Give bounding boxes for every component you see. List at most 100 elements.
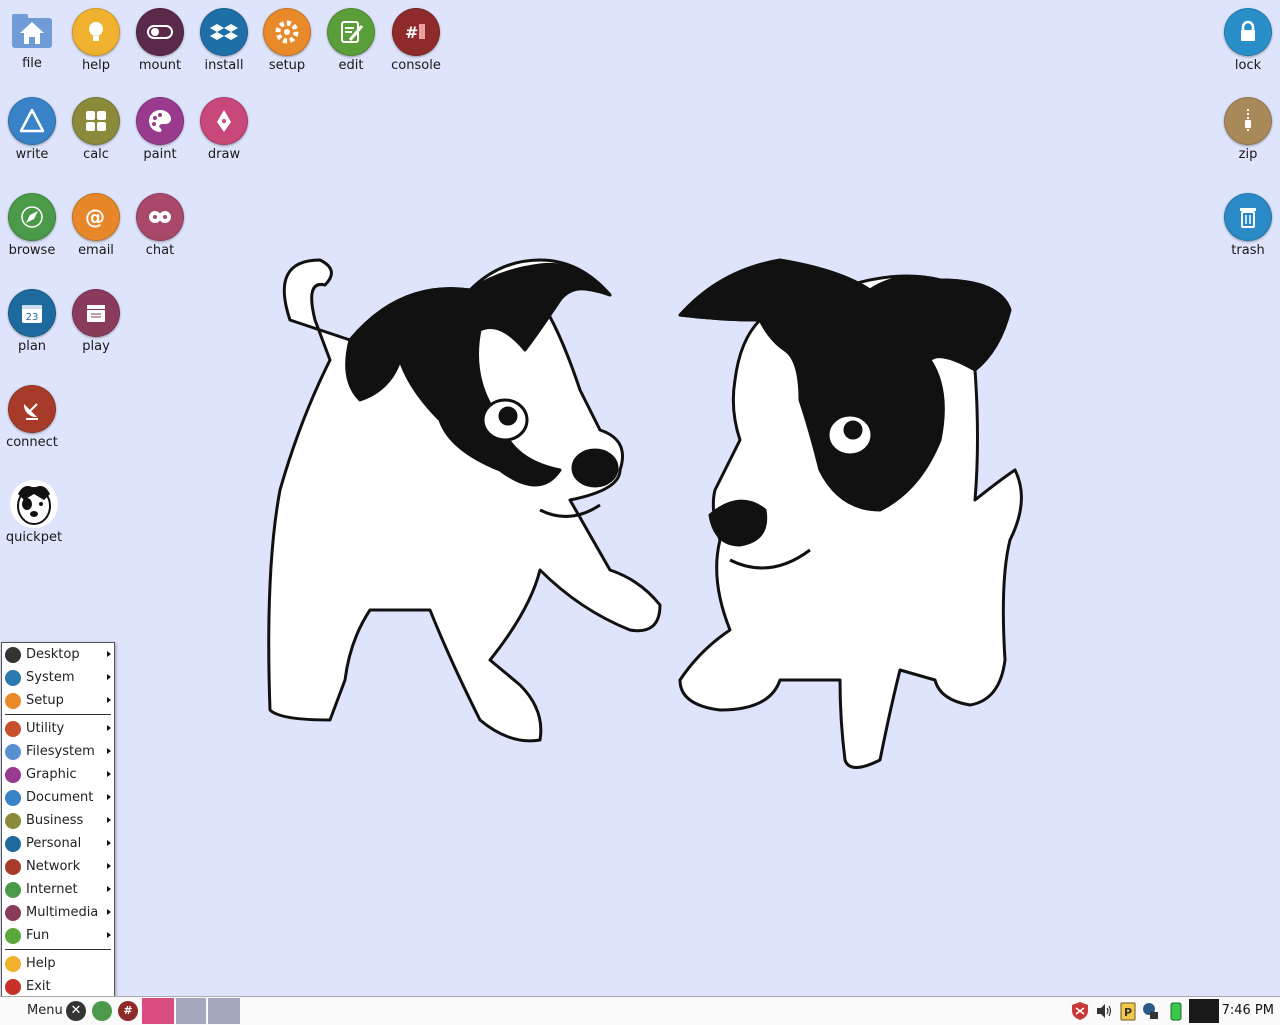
menu-item-business[interactable]: Business — [2, 809, 114, 832]
desktop-icon-label: zip — [1238, 147, 1258, 162]
desktop-icon-label: plan — [17, 339, 47, 354]
desktop-icon-label: play — [82, 339, 110, 354]
battery-icon[interactable] — [1167, 1001, 1185, 1021]
chat-bubbles-icon — [136, 193, 184, 241]
volume-icon[interactable] — [1095, 1001, 1113, 1021]
menu-item-system[interactable]: System — [2, 666, 114, 689]
utility-icon — [5, 720, 21, 737]
folder-icon — [5, 743, 21, 760]
desktop-icon-browse[interactable]: browse — [1, 193, 63, 258]
menu-item-label: Fun — [26, 928, 50, 943]
palette-icon — [136, 97, 184, 145]
quicklaunch-browser[interactable] — [92, 1001, 112, 1021]
menu-item-label: Exit — [26, 979, 51, 994]
menu-item-filesystem[interactable]: Filesystem — [2, 740, 114, 763]
menu-item-setup[interactable]: Setup — [2, 689, 114, 712]
desktop-icon-install[interactable]: install — [193, 8, 255, 73]
start-menu: Desktop System Setup Utility Filesystem Grap… — [1, 642, 115, 998]
menu-item-label: Help — [26, 956, 56, 971]
desktop-icon-write[interactable]: write — [1, 97, 63, 162]
submenu-arrow-icon — [107, 794, 111, 800]
menu-item-help[interactable]: Help — [2, 952, 114, 975]
desktop-icon-calc[interactable]: calc — [65, 97, 127, 162]
menu-button-label: Menu — [27, 1003, 63, 1018]
desktop-icon-label: lock — [1234, 58, 1262, 73]
padlock-icon — [1224, 8, 1272, 56]
submenu-arrow-icon — [107, 674, 111, 680]
shield-icon[interactable] — [1071, 1001, 1089, 1021]
desktop-icon-label: paint — [143, 147, 177, 162]
desktop-icon-chat[interactable]: chat — [129, 193, 191, 258]
menu-button[interactable]: Menu — [0, 997, 64, 1025]
menu-item-label: Business — [26, 813, 84, 828]
desktop-icon-label: calc — [83, 147, 109, 162]
menu-item-network[interactable]: Network — [2, 855, 114, 878]
desktop-icon-play[interactable]: play — [65, 289, 127, 354]
desktop-icon-quickpet[interactable]: quickpet — [3, 480, 65, 545]
desktop-icon-mount[interactable]: mount — [129, 8, 191, 73]
menu-item-exit[interactable]: Exit — [2, 975, 114, 998]
desktop-icon-label: connect — [6, 435, 58, 450]
desktop-icon-label: mount — [138, 58, 182, 73]
desktop-icon-lock[interactable]: lock — [1217, 8, 1279, 73]
menu-separator — [5, 714, 111, 715]
desktop-icon-label: console — [391, 58, 441, 73]
desktop-icon-edit[interactable]: edit — [320, 8, 382, 73]
submenu-arrow-icon — [107, 886, 111, 892]
menu-item-graphic[interactable]: Graphic — [2, 763, 114, 786]
desktop-icon-trash[interactable]: trash — [1217, 193, 1279, 258]
quicklaunch-desktop[interactable]: ✕ — [66, 1001, 86, 1021]
submenu-arrow-icon — [107, 817, 111, 823]
menu-item-label: Desktop — [26, 647, 80, 662]
submenu-arrow-icon — [107, 909, 111, 915]
desktop-icon-label: edit — [338, 58, 364, 73]
menu-item-desktop[interactable]: Desktop — [2, 643, 114, 666]
desktop-icon-help[interactable]: help — [65, 8, 127, 73]
pager-desktop-1[interactable] — [142, 998, 174, 1024]
menu-item-utility[interactable]: Utility — [2, 717, 114, 740]
desktop-icon-email[interactable]: @ email — [65, 193, 127, 258]
menu-item-label: Graphic — [26, 767, 77, 782]
clock[interactable]: 7:46 PM — [1222, 1003, 1274, 1018]
desktop-icon-draw[interactable]: draw — [193, 97, 255, 162]
desktop-icon-paint[interactable]: paint — [129, 97, 191, 162]
submenu-arrow-icon — [107, 697, 111, 703]
desktop-icon-plan[interactable]: 23 plan — [1, 289, 63, 354]
desktop-icon-label: help — [81, 58, 111, 73]
draw-pen-icon — [200, 97, 248, 145]
desktop-icon-file[interactable]: file — [1, 8, 63, 71]
gear-icon — [5, 692, 21, 709]
zipper-icon — [1224, 97, 1272, 145]
lightbulb-icon — [5, 955, 21, 972]
menu-item-multimedia[interactable]: Multimedia — [2, 901, 114, 924]
svg-text:#: # — [405, 23, 418, 42]
network-icon[interactable] — [1141, 1001, 1159, 1021]
desktop-icon-connect[interactable]: connect — [1, 385, 63, 450]
at-sign-icon: @ — [72, 193, 120, 241]
desktop-icon-zip[interactable]: zip — [1217, 97, 1279, 162]
desktop-icon-label: file — [22, 56, 42, 71]
menu-item-personal[interactable]: Personal — [2, 832, 114, 855]
desktop-icon-console[interactable]: # console — [385, 8, 447, 73]
menu-item-fun[interactable]: Fun — [2, 924, 114, 947]
desktop-preview-icon[interactable] — [1189, 999, 1219, 1023]
menu-item-document[interactable]: Document — [2, 786, 114, 809]
clipboard-p-icon[interactable]: P — [1119, 1001, 1137, 1021]
compass-icon — [8, 193, 56, 241]
menu-item-label: System — [26, 670, 75, 685]
pager-desktop-2[interactable] — [176, 998, 206, 1024]
document-a-icon — [8, 97, 56, 145]
menu-item-label: Setup — [26, 693, 64, 708]
compass-icon — [5, 881, 21, 898]
menu-item-internet[interactable]: Internet — [2, 878, 114, 901]
menu-item-label: Network — [26, 859, 81, 874]
submenu-arrow-icon — [107, 748, 111, 754]
desktop-icon-label: install — [204, 58, 244, 73]
pager-desktop-3[interactable] — [208, 998, 240, 1024]
desktop-icon-setup[interactable]: setup — [256, 8, 318, 73]
submenu-arrow-icon — [107, 840, 111, 846]
desktop-icon-label: trash — [1231, 243, 1265, 258]
quicklaunch-console[interactable]: # — [118, 1001, 138, 1021]
desktop-icon-label: quickpet — [5, 530, 63, 545]
left-puppy — [267, 258, 662, 743]
